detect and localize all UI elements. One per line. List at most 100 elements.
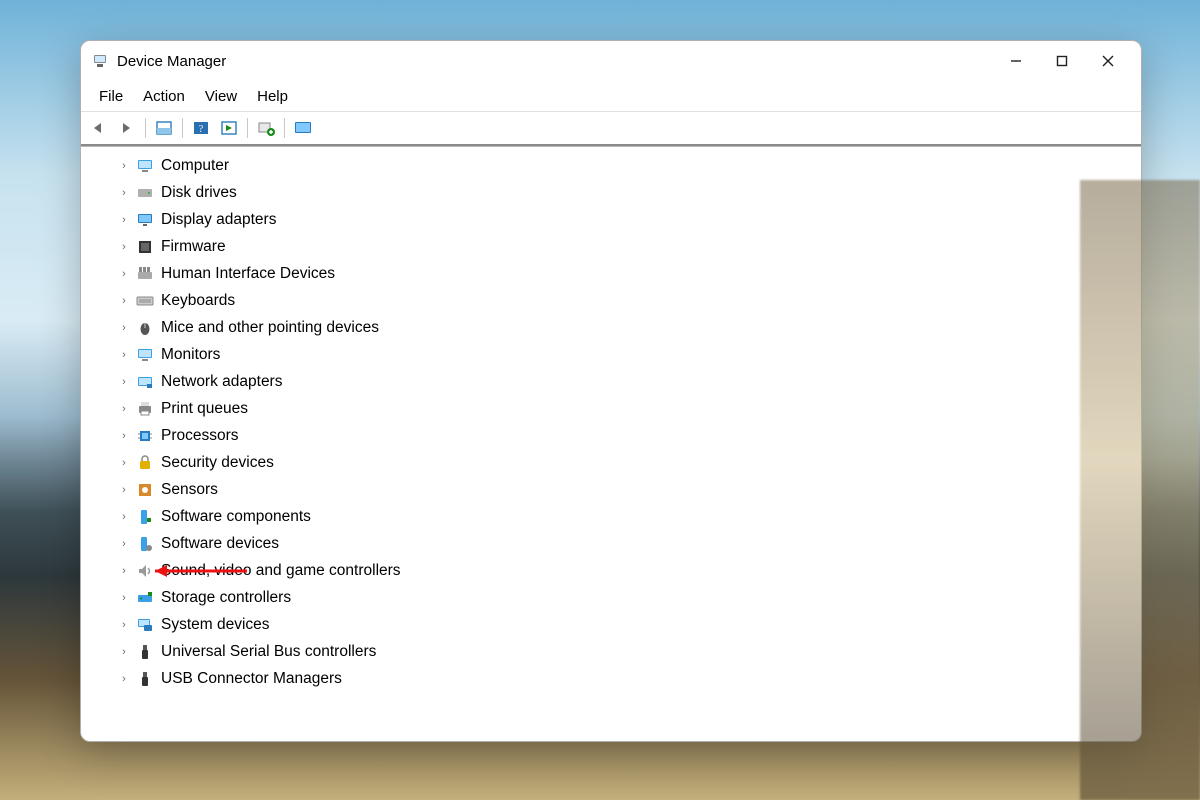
expand-chevron-icon[interactable]: › — [117, 268, 131, 280]
expand-chevron-icon[interactable]: › — [117, 241, 131, 253]
expand-chevron-icon[interactable]: › — [117, 484, 131, 496]
expand-chevron-icon[interactable]: › — [117, 619, 131, 631]
expand-chevron-icon[interactable]: › — [117, 457, 131, 469]
device-category-row[interactable]: › Disk drives — [81, 179, 1141, 206]
expand-chevron-icon[interactable]: › — [117, 295, 131, 307]
device-category-row[interactable]: › Human Interface Devices — [81, 260, 1141, 287]
expand-chevron-icon[interactable]: › — [117, 565, 131, 577]
device-category-row[interactable]: › Print queues — [81, 395, 1141, 422]
toolbar-forward-button[interactable] — [115, 116, 139, 140]
toolbar-separator — [145, 118, 146, 138]
device-category-row[interactable]: ›Firmware — [81, 233, 1141, 260]
minimize-button[interactable] — [993, 45, 1039, 77]
hid-icon — [135, 264, 155, 284]
printer-icon — [135, 399, 155, 419]
window-controls — [993, 45, 1131, 77]
toolbar-separator — [284, 118, 285, 138]
menu-action[interactable]: Action — [133, 84, 195, 109]
device-category-label: Monitors — [161, 346, 220, 364]
display-icon — [135, 210, 155, 230]
expand-chevron-icon[interactable]: › — [117, 673, 131, 685]
device-category-row[interactable]: › Display adapters — [81, 206, 1141, 233]
toolbar-scan-button[interactable] — [291, 116, 315, 140]
device-category-row[interactable]: › Software components — [81, 503, 1141, 530]
device-category-row[interactable]: › Monitors — [81, 341, 1141, 368]
device-category-label: Security devices — [161, 454, 274, 472]
mouse-icon — [135, 318, 155, 338]
device-category-row[interactable]: › USB Connector Managers — [81, 665, 1141, 692]
disk-icon — [135, 183, 155, 203]
usb-connector-icon — [135, 669, 155, 689]
device-category-label: Universal Serial Bus controllers — [161, 643, 376, 661]
device-category-label: Print queues — [161, 400, 248, 418]
toolbar-help-button[interactable]: ? — [189, 116, 213, 140]
computer-icon — [135, 156, 155, 176]
security-icon — [135, 453, 155, 473]
device-category-row[interactable]: › Keyboards — [81, 287, 1141, 314]
device-category-row[interactable]: › Computer — [81, 152, 1141, 179]
sensor-icon — [135, 480, 155, 500]
device-category-row[interactable]: › Software devices — [81, 530, 1141, 557]
svg-text:?: ? — [199, 124, 204, 135]
expand-chevron-icon[interactable]: › — [117, 349, 131, 361]
window-title: Device Manager — [117, 53, 226, 70]
network-icon — [135, 372, 155, 392]
expand-chevron-icon[interactable]: › — [117, 646, 131, 658]
storage-icon — [135, 588, 155, 608]
titlebar: Device Manager — [81, 41, 1141, 81]
menubar: File Action View Help — [81, 81, 1141, 112]
expand-chevron-icon[interactable]: › — [117, 403, 131, 415]
keyboard-icon — [135, 291, 155, 311]
device-category-row[interactable]: › Storage controllers — [81, 584, 1141, 611]
toolbar-separator — [182, 118, 183, 138]
device-category-label: Storage controllers — [161, 589, 291, 607]
toolbar: ? — [81, 112, 1141, 146]
device-category-label: Software components — [161, 508, 311, 526]
expand-chevron-icon[interactable]: › — [117, 511, 131, 523]
firmware-icon — [135, 237, 155, 257]
system-icon — [135, 615, 155, 635]
device-category-row[interactable]: › Security devices — [81, 449, 1141, 476]
device-category-row[interactable]: ›Processors — [81, 422, 1141, 449]
close-button[interactable] — [1085, 45, 1131, 77]
expand-chevron-icon[interactable]: › — [117, 160, 131, 172]
device-category-label: System devices — [161, 616, 270, 634]
device-category-row[interactable]: › System devices — [81, 611, 1141, 638]
expand-chevron-icon[interactable]: › — [117, 538, 131, 550]
device-category-label: Mice and other pointing devices — [161, 319, 379, 337]
device-tree[interactable]: › Computer › Disk drives › Display adapters ›F… — [81, 146, 1141, 741]
expand-chevron-icon[interactable]: › — [117, 430, 131, 442]
device-category-row[interactable]: › Mice and other pointing devices — [81, 314, 1141, 341]
device-category-row[interactable]: › Sensors — [81, 476, 1141, 503]
device-category-label: Computer — [161, 157, 229, 175]
expand-chevron-icon[interactable]: › — [117, 322, 131, 334]
device-category-row[interactable]: ›Sound, video and game controllers — [81, 557, 1141, 584]
annotation-arrow — [137, 562, 257, 580]
toolbar-back-button[interactable] — [87, 116, 111, 140]
cpu-icon — [135, 426, 155, 446]
menu-file[interactable]: File — [89, 84, 133, 109]
device-category-label: Disk drives — [161, 184, 237, 202]
device-category-label: Human Interface Devices — [161, 265, 335, 283]
toolbar-show-hidden-button[interactable] — [152, 116, 176, 140]
device-category-label: Display adapters — [161, 211, 276, 229]
expand-chevron-icon[interactable]: › — [117, 592, 131, 604]
app-icon — [91, 52, 109, 70]
toolbar-add-hardware-button[interactable] — [254, 116, 278, 140]
maximize-button[interactable] — [1039, 45, 1085, 77]
device-category-row[interactable]: ›Network adapters — [81, 368, 1141, 395]
device-category-row[interactable]: › Universal Serial Bus controllers — [81, 638, 1141, 665]
monitor-icon — [135, 345, 155, 365]
device-category-label: Sensors — [161, 481, 218, 499]
software-device-icon — [135, 534, 155, 554]
expand-chevron-icon[interactable]: › — [117, 214, 131, 226]
device-category-label: Software devices — [161, 535, 279, 553]
usb-icon — [135, 642, 155, 662]
device-category-label: USB Connector Managers — [161, 670, 342, 688]
toolbar-enable-button[interactable] — [217, 116, 241, 140]
menu-view[interactable]: View — [195, 84, 247, 109]
menu-help[interactable]: Help — [247, 84, 298, 109]
expand-chevron-icon[interactable]: › — [117, 376, 131, 388]
expand-chevron-icon[interactable]: › — [117, 187, 131, 199]
device-category-label: Keyboards — [161, 292, 235, 310]
